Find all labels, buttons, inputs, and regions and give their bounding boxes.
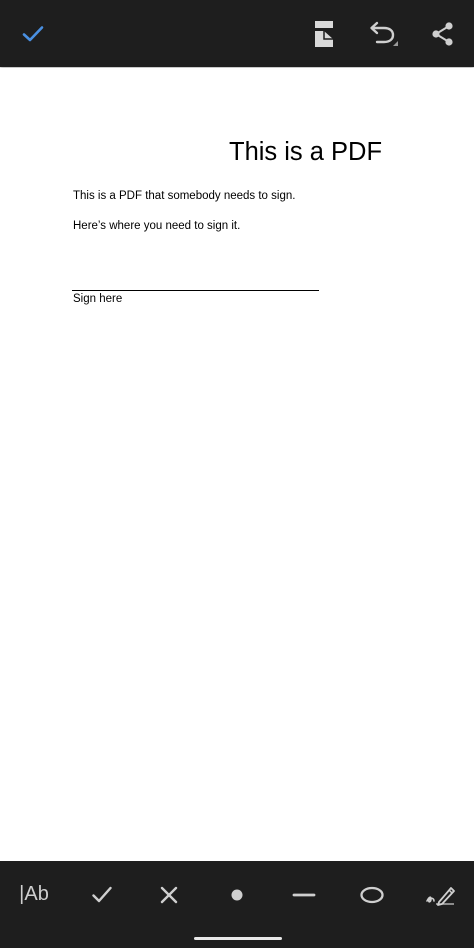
line-icon [292,893,316,896]
signature-tool-button[interactable] [414,861,468,928]
share-button[interactable] [422,13,464,55]
dot-tool-button[interactable] [210,861,264,928]
home-gesture-handle[interactable] [194,937,282,940]
page-layout-icon [315,21,333,47]
cross-tool-button[interactable] [142,861,196,928]
document-paragraph-2: Here’s where you need to sign it. [73,220,241,232]
annotation-toolbar: |Ab [0,861,474,928]
cross-icon [160,886,178,903]
checkmark-icon [92,886,112,902]
line-tool-button[interactable] [277,861,331,928]
ellipse-tool-button[interactable] [345,861,399,928]
signature-label: Sign here [73,293,123,305]
signature-pen-icon [426,886,455,906]
signature-line[interactable] [72,290,319,291]
pdf-page[interactable]: This is a PDF This is a PDF that somebod… [0,68,474,861]
page-layout-button[interactable] [304,13,346,55]
document-title: This is a PDF [229,138,383,166]
system-nav-bar [0,928,474,948]
text-tool-button[interactable]: |Ab [7,861,61,928]
done-button[interactable] [12,13,54,55]
document-paragraph-1: This is a PDF that somebody needs to sig… [73,190,296,202]
top-toolbar [0,0,474,67]
share-icon [432,22,453,46]
text-tool-label: |Ab [19,883,49,905]
check-tool-button[interactable] [75,861,129,928]
undo-button[interactable] [361,13,403,55]
undo-icon [370,21,398,46]
checkmark-icon [22,26,44,42]
dot-icon [231,889,243,900]
ellipse-icon [360,886,384,903]
